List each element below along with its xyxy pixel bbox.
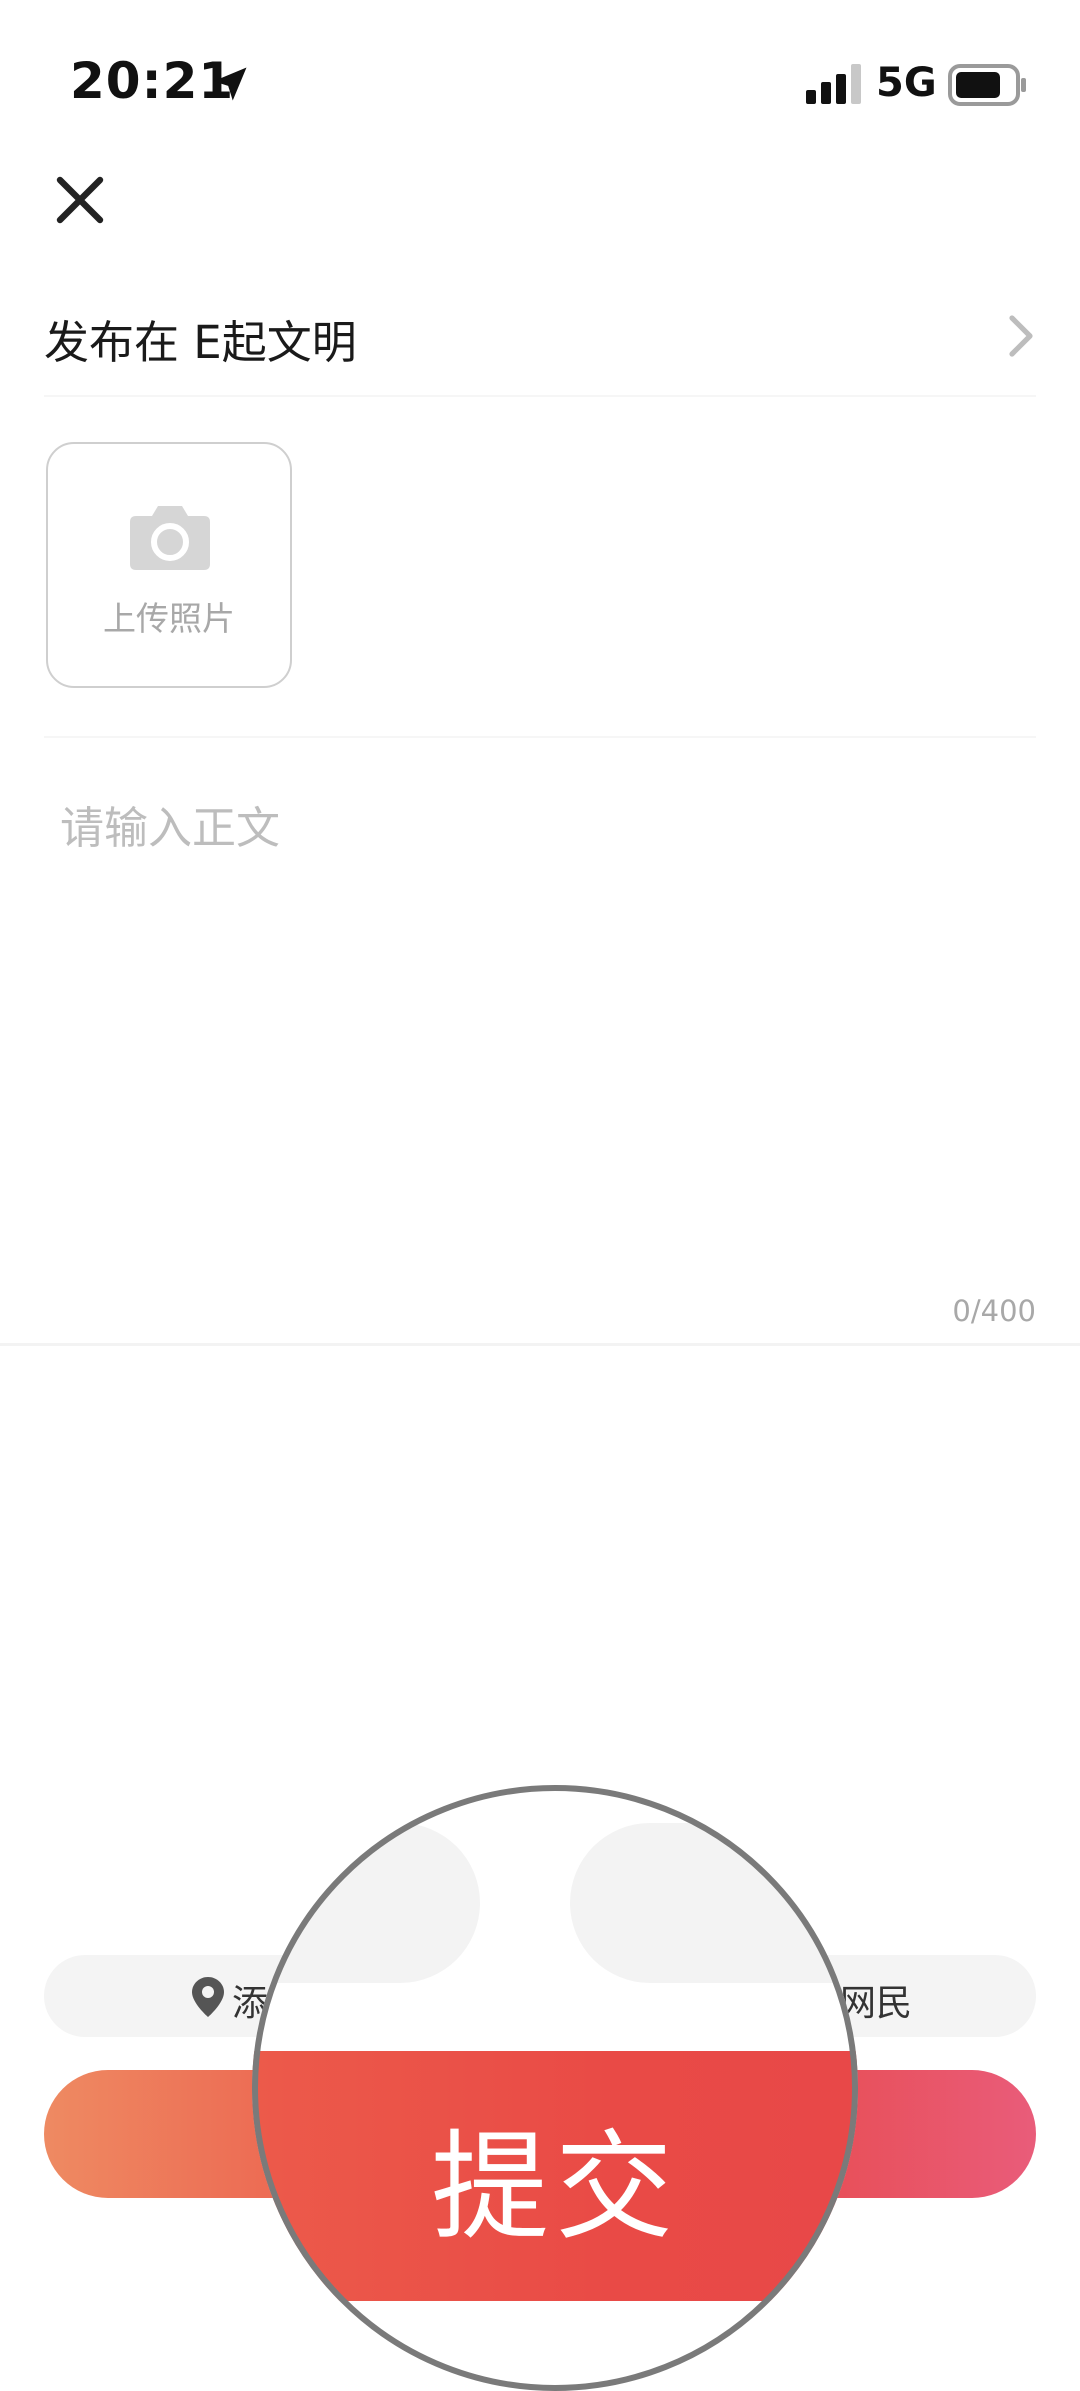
- magnified-pill: [570, 1823, 858, 1983]
- camera-icon: [130, 506, 210, 570]
- signal-icon: [806, 64, 861, 104]
- magnified-pill: [252, 1823, 480, 1983]
- network-type: 5G: [876, 60, 937, 106]
- location-pin-icon: [192, 1977, 224, 2017]
- battery-icon: [948, 64, 1026, 106]
- submit-label: 提交: [430, 2118, 679, 2256]
- close-icon[interactable]: [50, 170, 110, 230]
- divider: [44, 395, 1036, 397]
- divider: [44, 736, 1036, 738]
- body-text-input[interactable]: [44, 780, 1036, 1260]
- upload-photo-label: 上传照片: [103, 599, 235, 638]
- location-arrow-icon: [213, 67, 247, 101]
- publish-channel-label: 发布在 E起文明: [44, 316, 357, 369]
- char-counter: 0/400: [952, 1294, 1036, 1328]
- chevron-right-icon: [1009, 315, 1033, 357]
- divider: [0, 1343, 1080, 1346]
- magnifier-lens: 提交: [252, 1785, 858, 2391]
